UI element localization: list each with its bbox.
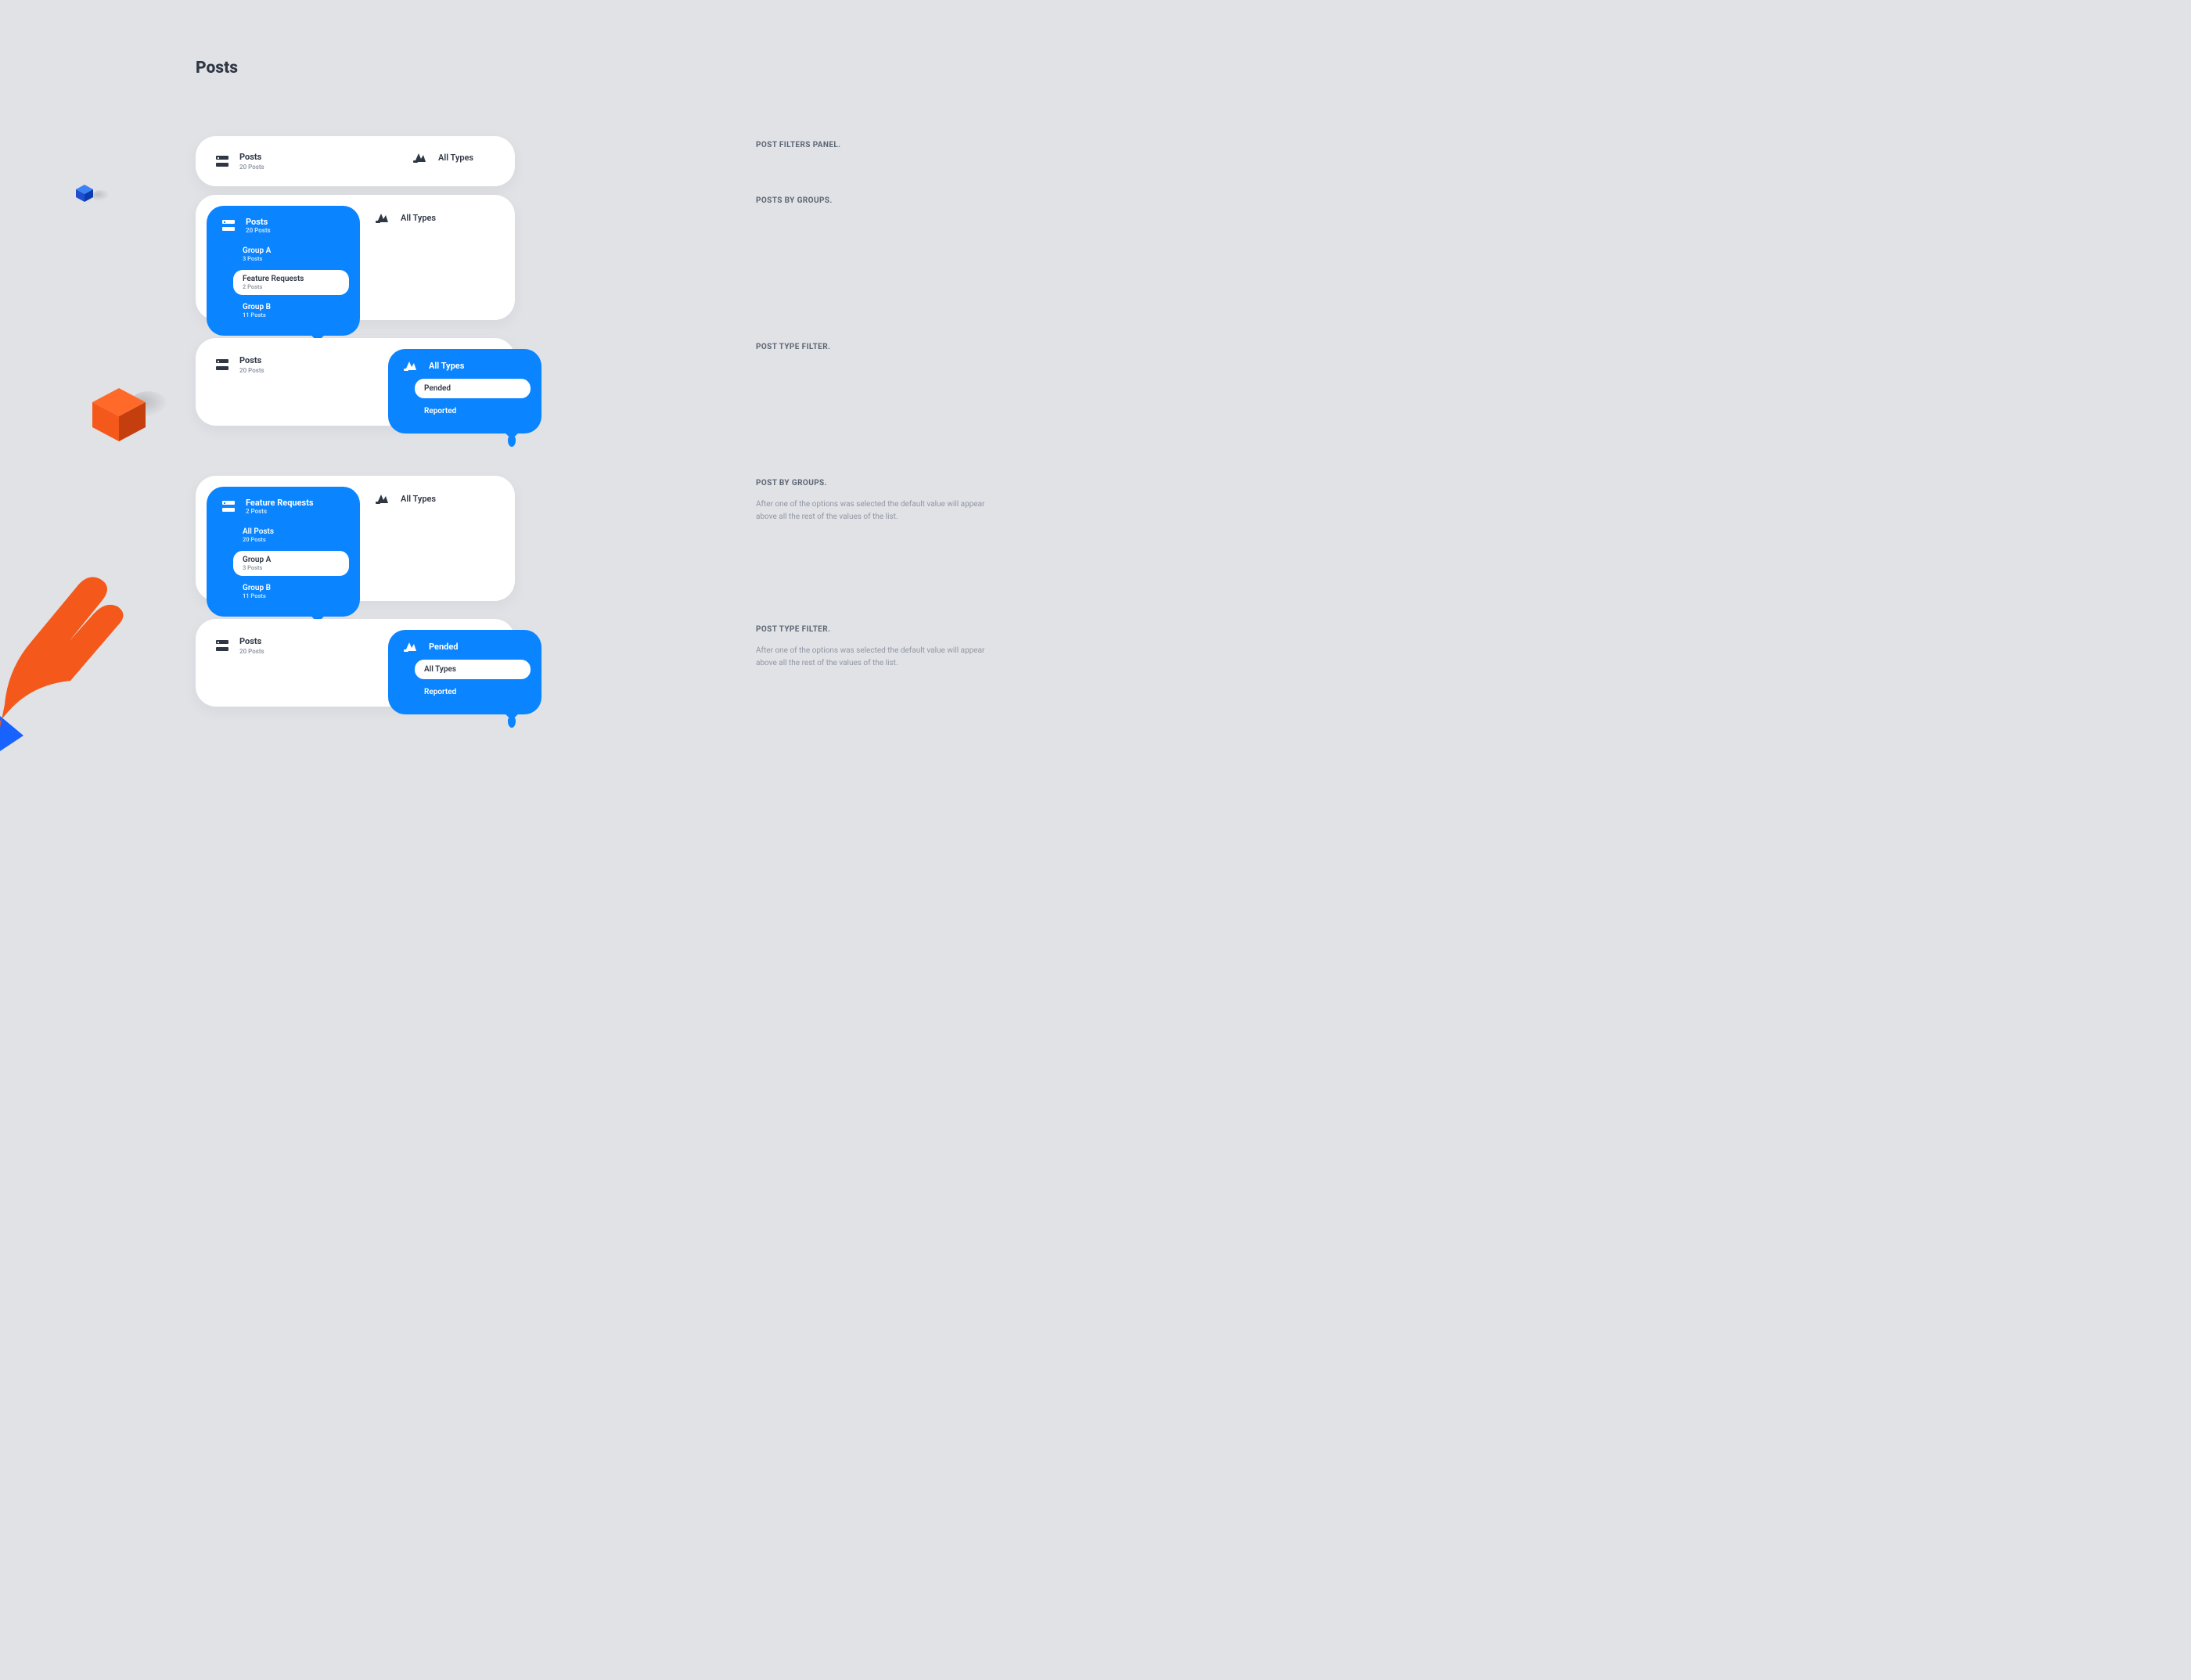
types-dropdown-label: All Types <box>429 361 464 371</box>
group-option-group-b[interactable]: Group B 11 Posts <box>233 298 349 323</box>
annotation-body: After one of the options was selected th… <box>756 645 991 670</box>
annotation-title: POST BY GROUPS. <box>756 479 991 487</box>
option-label: Group A <box>243 246 340 255</box>
types-filter-trigger[interactable]: All Types <box>355 195 552 320</box>
posts-dropdown: Posts 20 Posts Group A 3 Posts Feature R… <box>207 206 360 336</box>
option-count: 11 Posts <box>243 592 340 599</box>
posts-filter-label: Posts <box>239 152 264 162</box>
filter-panel-types-open: Posts 20 Posts All Types Pended <box>196 338 515 426</box>
option-count: 3 Posts <box>243 255 340 262</box>
annotation-title: POST TYPE FILTER. <box>756 343 991 351</box>
annotation: POST TYPE FILTER. After one of the optio… <box>756 625 991 670</box>
annotation-title: POST FILTERS PANEL. <box>756 141 991 149</box>
types-dropdown: Pended All Types Reported <box>388 630 541 714</box>
annotation: POST FILTERS PANEL. <box>756 141 991 149</box>
posts-icon <box>216 640 228 651</box>
types-filter-trigger[interactable]: All Types <box>393 136 590 186</box>
posts-dropdown-label: Feature Requests <box>246 498 314 508</box>
types-icon <box>376 212 390 223</box>
annotation-title: POST TYPE FILTER. <box>756 625 991 634</box>
type-option-reported[interactable]: Reported <box>415 401 531 421</box>
option-label: All Posts <box>243 527 340 536</box>
type-option-reported[interactable]: Reported <box>415 682 531 702</box>
decoration-cube-orange <box>88 383 150 446</box>
posts-icon <box>216 359 228 370</box>
annotation-title: POSTS BY GROUPS. <box>756 196 991 205</box>
types-dropdown: All Types Pended Reported <box>388 349 541 433</box>
option-label: Reported <box>424 688 521 696</box>
filter-panel-types-selected: Posts 20 Posts Pended All Types <box>196 619 515 707</box>
posts-icon <box>216 156 228 167</box>
types-icon <box>404 641 418 652</box>
option-label: Group A <box>243 556 340 564</box>
decoration-cube-blue <box>75 184 94 203</box>
types-filter-label: All Types <box>401 494 436 504</box>
option-count: 11 Posts <box>243 311 340 318</box>
posts-filter-count: 20 Posts <box>239 164 264 171</box>
annotation: POSTS BY GROUPS. <box>756 196 991 205</box>
posts-dropdown: Feature Requests 2 Posts All Posts 20 Po… <box>207 487 360 617</box>
posts-filter-count: 20 Posts <box>239 367 264 374</box>
posts-dropdown-count: 2 Posts <box>246 508 314 515</box>
option-label: Group B <box>243 584 340 592</box>
option-label: Pended <box>424 384 521 393</box>
posts-filter-trigger[interactable]: Posts 20 Posts <box>196 136 393 186</box>
option-label: Feature Requests <box>243 275 340 283</box>
types-icon <box>404 360 418 371</box>
posts-icon <box>222 501 235 512</box>
types-filter-trigger[interactable]: All Types <box>355 476 552 601</box>
group-option-feature-requests[interactable]: Feature Requests 2 Posts <box>233 270 349 295</box>
posts-dropdown-label: Posts <box>246 217 271 227</box>
posts-filter-trigger[interactable]: Posts 20 Posts <box>196 619 393 707</box>
annotation-body: After one of the options was selected th… <box>756 498 991 523</box>
types-icon <box>413 152 427 163</box>
types-icon <box>376 493 390 504</box>
option-count: 2 Posts <box>243 283 340 290</box>
group-option-all-posts[interactable]: All Posts 20 Posts <box>233 523 349 548</box>
posts-icon <box>222 220 235 231</box>
decoration-hand <box>0 532 180 767</box>
annotation: POST TYPE FILTER. <box>756 343 991 351</box>
decoration-shadow-small <box>92 190 110 201</box>
group-option-group-b[interactable]: Group B 11 Posts <box>233 579 349 604</box>
type-option-pended[interactable]: Pended <box>415 379 531 398</box>
option-label: Group B <box>243 303 340 311</box>
posts-filter-trigger[interactable]: Posts 20 Posts <box>196 338 393 426</box>
annotation: POST BY GROUPS. After one of the options… <box>756 479 991 523</box>
types-filter-label: All Types <box>401 213 436 223</box>
posts-filter-label: Posts <box>239 636 264 646</box>
types-dropdown-label: Pended <box>429 642 458 652</box>
posts-filter-count: 20 Posts <box>239 648 264 655</box>
type-option-all-types[interactable]: All Types <box>415 660 531 679</box>
option-label: All Types <box>424 665 521 674</box>
filter-panel-groups-open: Posts 20 Posts Group A 3 Posts Feature R… <box>196 195 515 320</box>
types-filter-label: All Types <box>438 153 473 163</box>
group-option-group-a[interactable]: Group A 3 Posts <box>233 551 349 576</box>
option-label: Reported <box>424 407 521 416</box>
posts-dropdown-count: 20 Posts <box>246 227 271 234</box>
filter-panel-collapsed: Posts 20 Posts All Types <box>196 136 515 186</box>
option-count: 20 Posts <box>243 536 340 543</box>
posts-filter-label: Posts <box>239 355 264 365</box>
filter-panel-groups-selected: Feature Requests 2 Posts All Posts 20 Po… <box>196 476 515 601</box>
option-count: 3 Posts <box>243 564 340 571</box>
page-title: Posts <box>196 59 238 77</box>
group-option-group-a[interactable]: Group A 3 Posts <box>233 242 349 267</box>
